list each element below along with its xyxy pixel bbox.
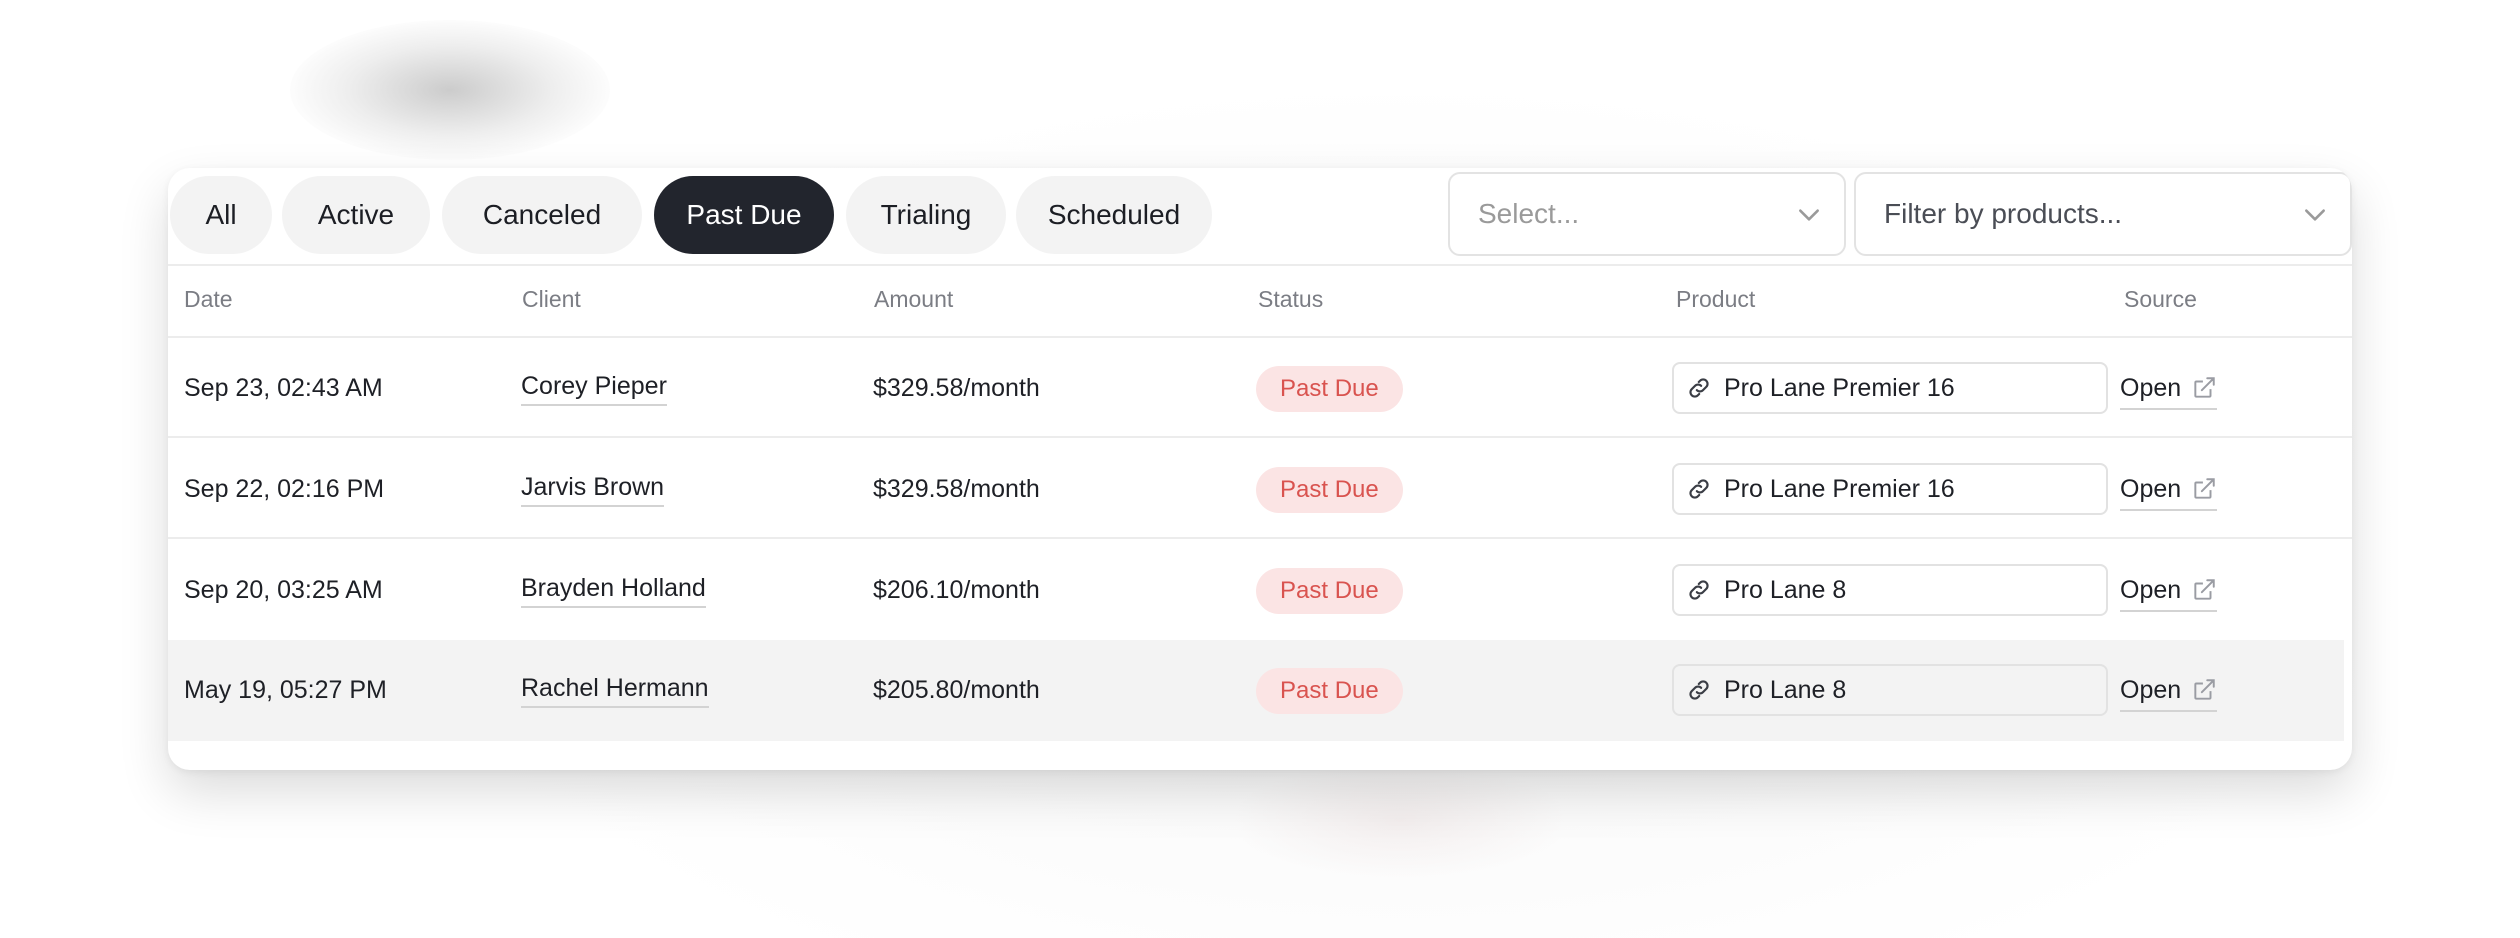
tab-all[interactable]: All: [170, 176, 272, 254]
row-divider: [168, 436, 2352, 438]
client-link[interactable]: Corey Pieper: [521, 371, 667, 406]
chevron-down-icon: [1799, 209, 1819, 221]
product-chip[interactable]: Pro Lane 8: [1672, 664, 2108, 716]
column-header-source[interactable]: Source: [2124, 286, 2197, 313]
source-open-label: Open: [2120, 474, 2182, 503]
filter-toolbar: All Active Canceled Past Due Trialing Sc…: [168, 168, 2352, 264]
tab-scheduled[interactable]: Scheduled: [1016, 176, 1212, 254]
source-open-label: Open: [2120, 675, 2182, 704]
product-chip[interactable]: Pro Lane Premier 16: [1672, 362, 2108, 414]
source-open-link[interactable]: Open: [2120, 670, 2218, 712]
product-name: Pro Lane 8: [1724, 675, 1847, 704]
external-link-icon: [2194, 679, 2215, 700]
tab-canceled[interactable]: Canceled: [442, 176, 642, 254]
client-link[interactable]: Brayden Holland: [521, 573, 706, 608]
toolbar-divider: [168, 264, 2352, 266]
row-amount: $329.58/month: [873, 374, 1040, 402]
status-select-placeholder: Select...: [1478, 198, 1580, 229]
row-date: Sep 23, 02:43 AM: [184, 374, 383, 402]
column-header-date[interactable]: Date: [184, 286, 233, 313]
external-link-icon: [2194, 579, 2215, 600]
row-date: May 19, 05:27 PM: [184, 676, 387, 704]
background-blur: [290, 20, 610, 160]
column-header-product[interactable]: Product: [1676, 286, 1755, 313]
row-amount: $329.58/month: [873, 475, 1040, 503]
source-open-link[interactable]: Open: [2120, 469, 2218, 511]
status-badge: Past Due: [1256, 467, 1403, 513]
product-name: Pro Lane Premier 16: [1724, 373, 1955, 402]
source-open-link[interactable]: Open: [2120, 368, 2218, 410]
source-open-link[interactable]: Open: [2120, 570, 2218, 612]
status-select[interactable]: Select...: [1448, 172, 1846, 256]
chevron-down-icon: [2305, 209, 2325, 221]
column-header-amount[interactable]: Amount: [874, 286, 953, 313]
external-link-icon: [2194, 478, 2215, 499]
tab-past-due[interactable]: Past Due: [654, 176, 834, 254]
table-row[interactable]: Sep 22, 02:16 PM Jarvis Brown $329.58/mo…: [168, 439, 2344, 540]
product-chip[interactable]: Pro Lane 8: [1672, 564, 2108, 616]
product-filter-placeholder: Filter by products...: [1884, 198, 2123, 229]
product-filter-select[interactable]: Filter by products...: [1854, 172, 2352, 256]
status-badge: Past Due: [1256, 568, 1403, 614]
external-link-icon: [2194, 377, 2215, 398]
link-icon: [1689, 680, 1709, 700]
row-date: Sep 20, 03:25 AM: [184, 576, 383, 604]
product-name: Pro Lane 8: [1724, 575, 1847, 604]
product-name: Pro Lane Premier 16: [1724, 474, 1955, 503]
link-icon: [1689, 479, 1709, 499]
link-icon: [1689, 378, 1709, 398]
subscriptions-card: All Active Canceled Past Due Trialing Sc…: [168, 168, 2352, 770]
client-link[interactable]: Rachel Hermann: [521, 673, 709, 708]
source-open-label: Open: [2120, 575, 2182, 604]
client-link[interactable]: Jarvis Brown: [521, 472, 665, 507]
link-icon: [1689, 580, 1709, 600]
source-open-label: Open: [2120, 373, 2182, 402]
status-badge: Past Due: [1256, 668, 1403, 714]
row-date: Sep 22, 02:16 PM: [184, 475, 385, 503]
row-amount: $205.80/month: [873, 676, 1040, 704]
row-amount: $206.10/month: [873, 576, 1040, 604]
product-chip[interactable]: Pro Lane Premier 16: [1672, 463, 2108, 515]
background-blur: [1230, 760, 1570, 880]
table-row[interactable]: Sep 23, 02:43 AM Corey Pieper $329.58/mo…: [168, 338, 2344, 439]
table-row[interactable]: Sep 20, 03:25 AM Brayden Holland $206.10…: [168, 540, 2344, 641]
row-divider: [168, 537, 2352, 539]
status-badge: Past Due: [1256, 366, 1403, 412]
tab-active[interactable]: Active: [282, 176, 430, 254]
column-header-client[interactable]: Client: [522, 286, 581, 313]
column-header-status[interactable]: Status: [1258, 286, 1323, 313]
tab-trialing[interactable]: Trialing: [846, 176, 1006, 254]
table-row[interactable]: May 19, 05:27 PM Rachel Hermann $205.80/…: [168, 640, 2344, 741]
